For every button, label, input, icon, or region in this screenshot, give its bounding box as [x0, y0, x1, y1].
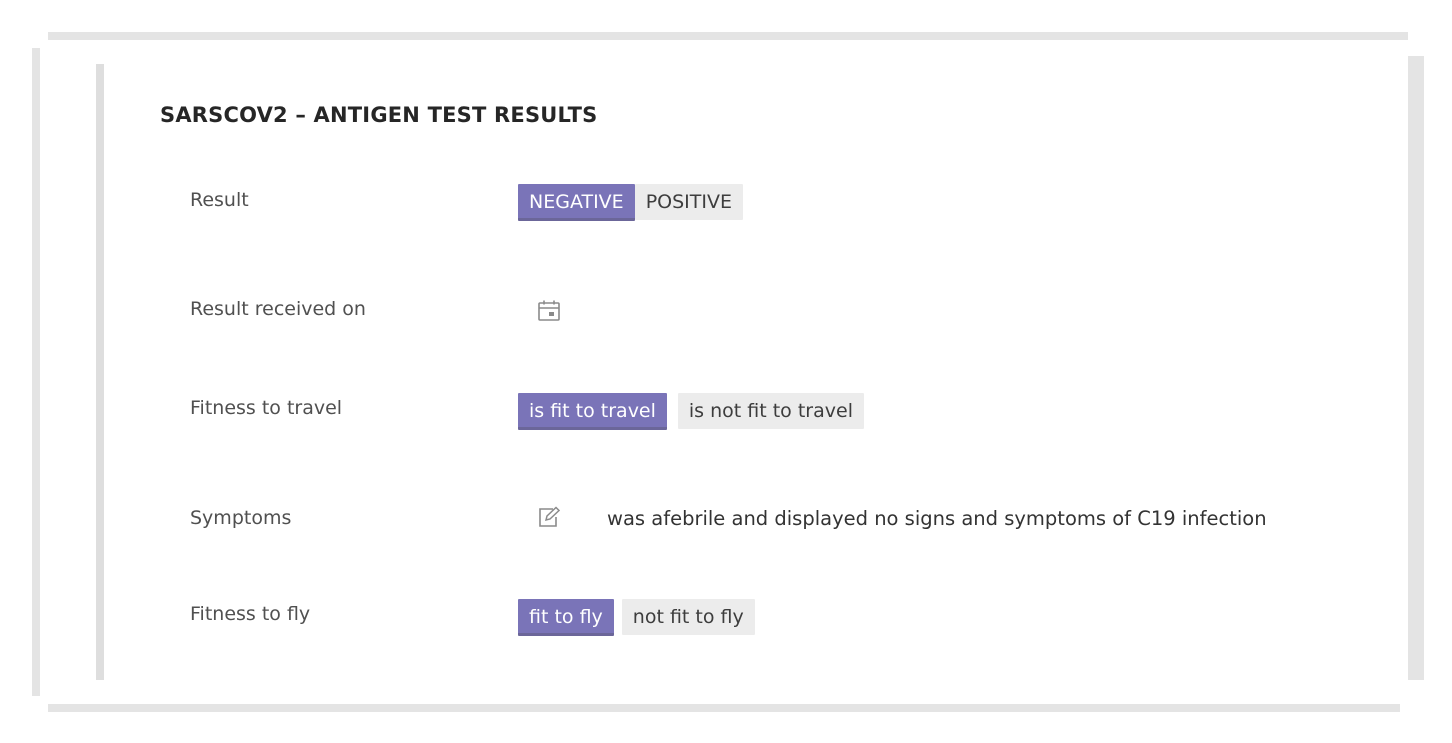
- result-selector: NEGATIVE POSITIVE: [518, 184, 743, 221]
- fly-option-not-fit[interactable]: not fit to fly: [621, 599, 755, 635]
- fly-option-fit[interactable]: fit to fly: [518, 599, 614, 636]
- symptoms-label: Symptoms: [190, 507, 292, 529]
- fitness-travel-selector: is fit to travel is not fit to travel: [518, 393, 864, 430]
- frame-right-border: [1408, 56, 1424, 680]
- panel-left-border: [96, 64, 104, 680]
- frame-left-border: [32, 48, 40, 696]
- travel-option-not-fit[interactable]: is not fit to travel: [677, 393, 864, 429]
- panel-title: SARSCOV2 – ANTIGEN TEST RESULTS: [160, 103, 598, 127]
- result-label: Result: [190, 189, 249, 211]
- received-on-label: Result received on: [190, 298, 366, 320]
- frame-top-border: [48, 32, 1408, 40]
- result-option-negative[interactable]: NEGATIVE: [518, 184, 635, 221]
- calendar-icon[interactable]: [536, 298, 562, 324]
- fitness-fly-selector: fit to fly not fit to fly: [518, 599, 755, 636]
- fitness-travel-label: Fitness to travel: [190, 397, 343, 419]
- travel-option-fit[interactable]: is fit to travel: [518, 393, 667, 430]
- symptoms-value: was afebrile and displayed no signs and …: [607, 507, 1267, 530]
- result-option-positive[interactable]: POSITIVE: [634, 184, 743, 220]
- frame-bottom-border: [48, 704, 1400, 712]
- fitness-fly-label: Fitness to fly: [190, 603, 311, 625]
- edit-icon[interactable]: [536, 505, 562, 531]
